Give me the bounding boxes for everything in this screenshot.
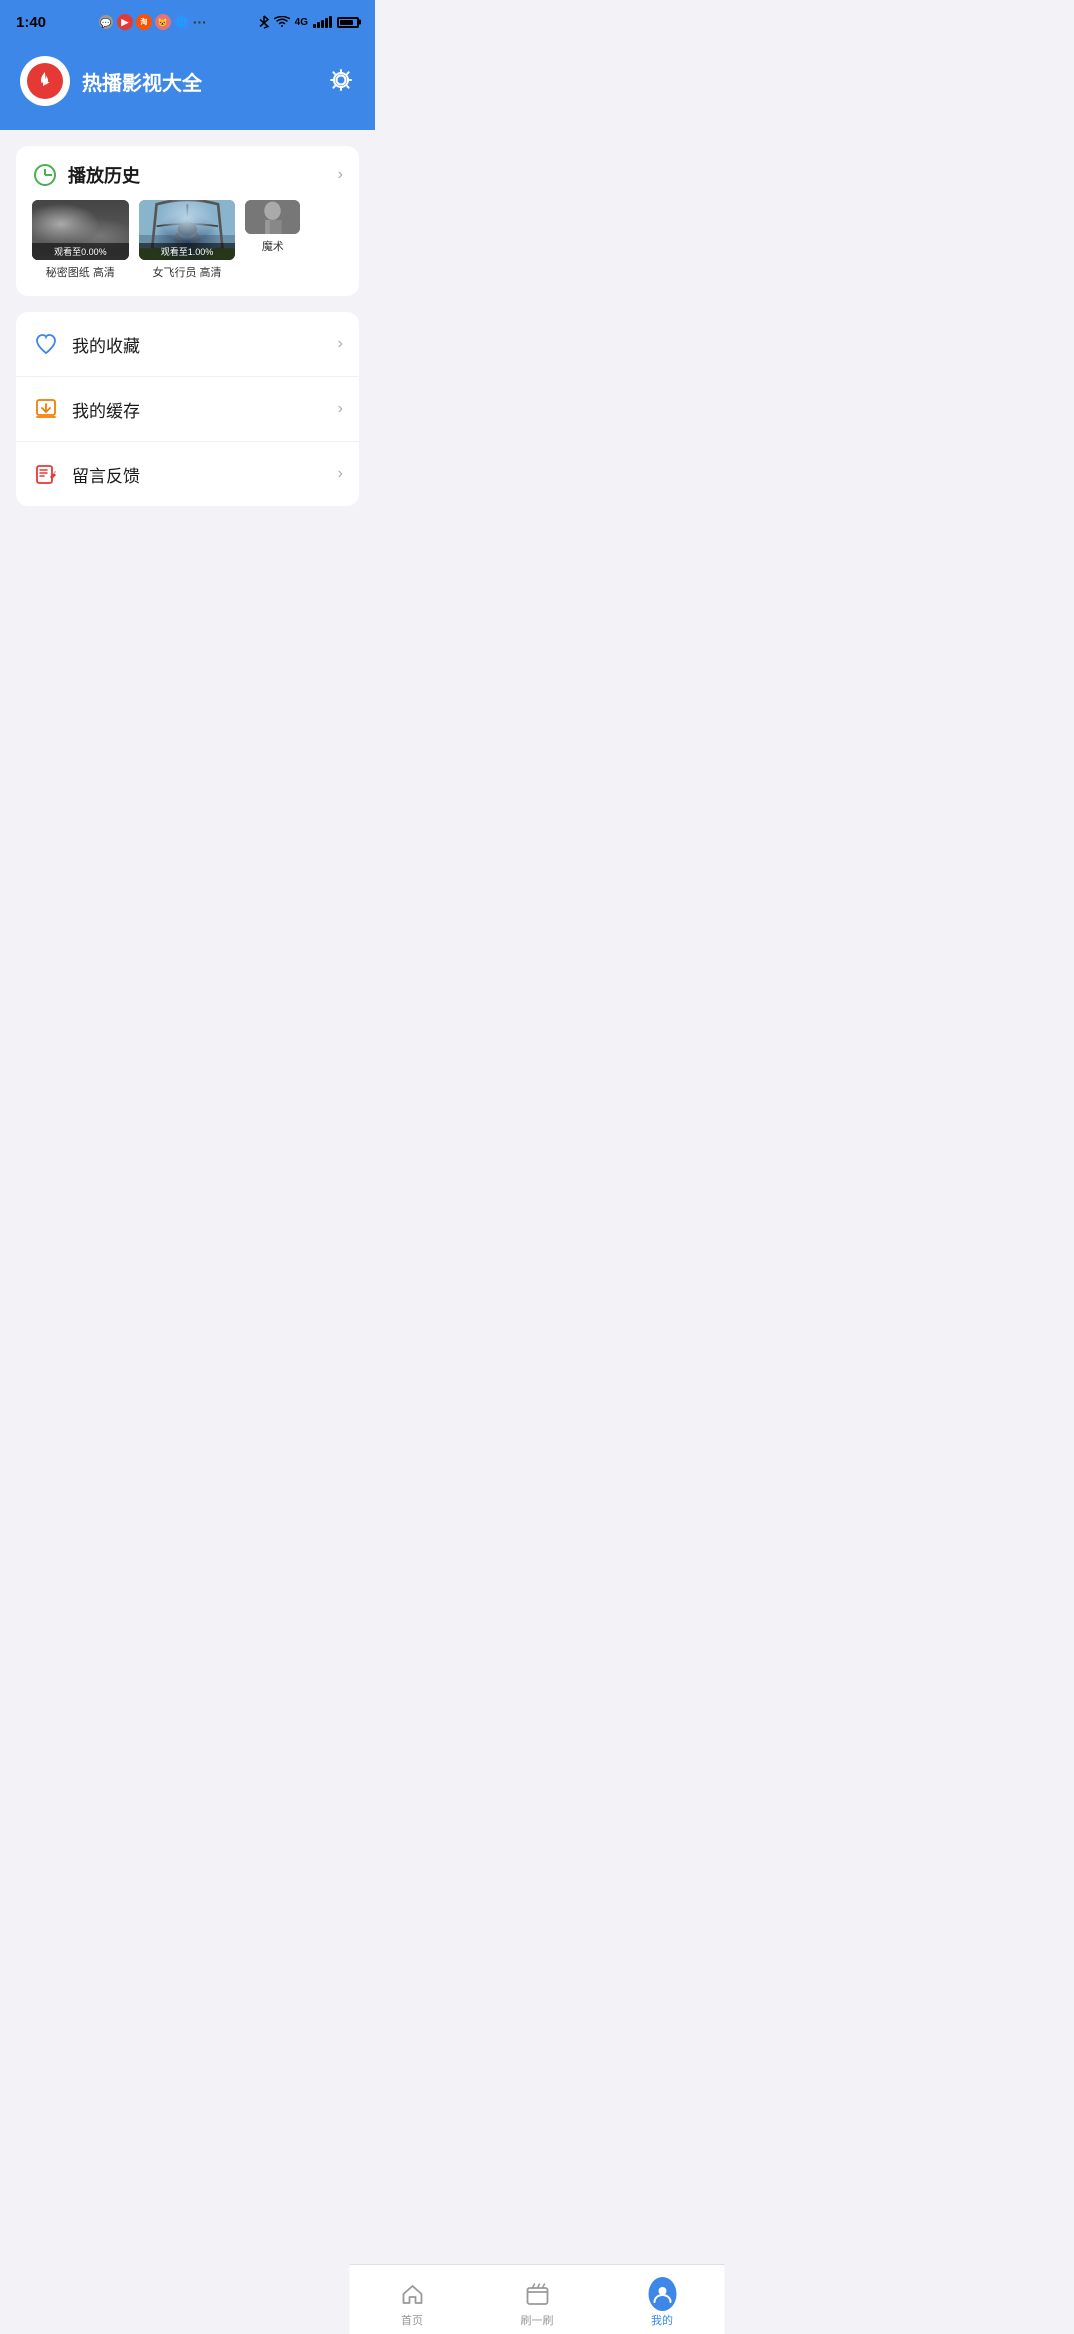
battery-icon <box>337 17 359 28</box>
main-content: 播放历史 › <box>0 130 375 602</box>
video-progress-2: 观看至1.00% <box>139 243 236 260</box>
home-icon <box>400 2282 424 2306</box>
mine-icon <box>652 2284 672 2304</box>
app-icon-other: 😺 <box>155 14 171 30</box>
heart-icon-wrap <box>32 330 60 358</box>
mine-icon-wrap <box>648 2280 676 2308</box>
wifi-icon <box>274 16 290 28</box>
history-title: 播放历史 <box>68 162 140 188</box>
app-logo <box>20 56 70 106</box>
video-progress-1: 观看至0.00% <box>32 243 129 260</box>
favorites-left: 我的收藏 <box>32 330 140 358</box>
history-video-2[interactable]: 观看至1.00% 女飞行员 高清 <box>139 200 236 280</box>
video-thumb-1: 观看至0.00% <box>32 200 129 260</box>
signal-icon <box>313 16 332 28</box>
logo-inner <box>27 63 63 99</box>
history-title-group: 播放历史 <box>32 162 140 188</box>
mine-active-icon <box>648 2277 676 2311</box>
tab-bar: 首页 刷一刷 我的 <box>350 2264 725 2334</box>
cache-left: 我的缓存 <box>32 395 140 423</box>
tab-home[interactable]: 首页 <box>350 2272 475 2328</box>
cache-chevron: › <box>338 400 343 418</box>
settings-button[interactable] <box>327 66 355 97</box>
more-icon: ··· <box>193 14 207 30</box>
download-icon-wrap <box>32 395 60 423</box>
feedback-icon-wrap <box>32 460 60 488</box>
tab-discover[interactable]: 刷一刷 <box>475 2272 600 2328</box>
clock-icon-wrap <box>32 162 58 188</box>
app-icon-red: ▶ <box>117 14 133 30</box>
discover-icon-wrap <box>523 2280 551 2308</box>
chat-icon: 💬 <box>98 14 114 30</box>
video-thumb-2: 观看至1.00% <box>139 200 236 260</box>
history-video-3[interactable]: 魔术 <box>245 200 300 280</box>
feedback-chevron: › <box>338 465 343 483</box>
history-videos-list: 观看至0.00% 秘密图纸 高清 <box>16 200 359 296</box>
tab-home-label: 首页 <box>401 2312 423 2328</box>
app-icon-browser: 🌐 <box>174 14 190 30</box>
thumb-img-3 <box>245 200 300 234</box>
video-title-2: 女飞行员 高清 <box>139 264 236 280</box>
history-header[interactable]: 播放历史 › <box>16 146 359 200</box>
network-type-icon: 4G <box>295 17 308 28</box>
favorites-label: 我的收藏 <box>72 332 140 357</box>
tab-discover-label: 刷一刷 <box>521 2312 554 2328</box>
feedback-label: 留言反馈 <box>72 462 140 487</box>
feedback-icon <box>34 462 58 486</box>
header-left: 热播影视大全 <box>20 56 202 106</box>
history-chevron: › <box>338 166 343 184</box>
status-time: 1:40 <box>16 14 46 31</box>
notification-icons: 💬 ▶ 淘 😺 🌐 ··· <box>98 14 207 30</box>
home-icon-wrap <box>398 2280 426 2308</box>
clapperboard-icon <box>525 2282 549 2306</box>
app-header: 热播影视大全 <box>0 44 375 130</box>
menu-card: 我的收藏 › 我的缓存 › <box>16 312 359 506</box>
heart-icon <box>34 332 58 356</box>
favorites-chevron: › <box>338 335 343 353</box>
app-title: 热播影视大全 <box>82 67 202 96</box>
right-status-icons: 4G <box>259 15 359 29</box>
cache-item[interactable]: 我的缓存 › <box>16 376 359 441</box>
video-thumb-3 <box>245 200 300 234</box>
status-icons: 💬 ▶ 淘 😺 🌐 ··· <box>98 14 207 30</box>
video-title-3: 魔术 <box>245 238 300 254</box>
feedback-left: 留言反馈 <box>32 460 140 488</box>
bluetooth-icon <box>259 15 269 29</box>
app-icon-taobao: 淘 <box>136 14 152 30</box>
gear-icon <box>327 66 355 94</box>
history-video-1[interactable]: 观看至0.00% 秘密图纸 高清 <box>32 200 129 280</box>
svg-text:💬: 💬 <box>100 17 111 28</box>
video-title-1: 秘密图纸 高清 <box>32 264 129 280</box>
history-card: 播放历史 › <box>16 146 359 296</box>
status-bar: 1:40 💬 ▶ 淘 😺 🌐 ··· <box>0 0 375 44</box>
clock-icon <box>34 164 56 186</box>
tab-mine[interactable]: 我的 <box>600 2272 725 2328</box>
download-icon <box>34 397 58 421</box>
cache-label: 我的缓存 <box>72 397 140 422</box>
favorites-item[interactable]: 我的收藏 › <box>16 312 359 376</box>
flame-play-icon <box>34 70 56 92</box>
feedback-item[interactable]: 留言反馈 › <box>16 441 359 506</box>
tab-mine-label: 我的 <box>651 2312 673 2328</box>
